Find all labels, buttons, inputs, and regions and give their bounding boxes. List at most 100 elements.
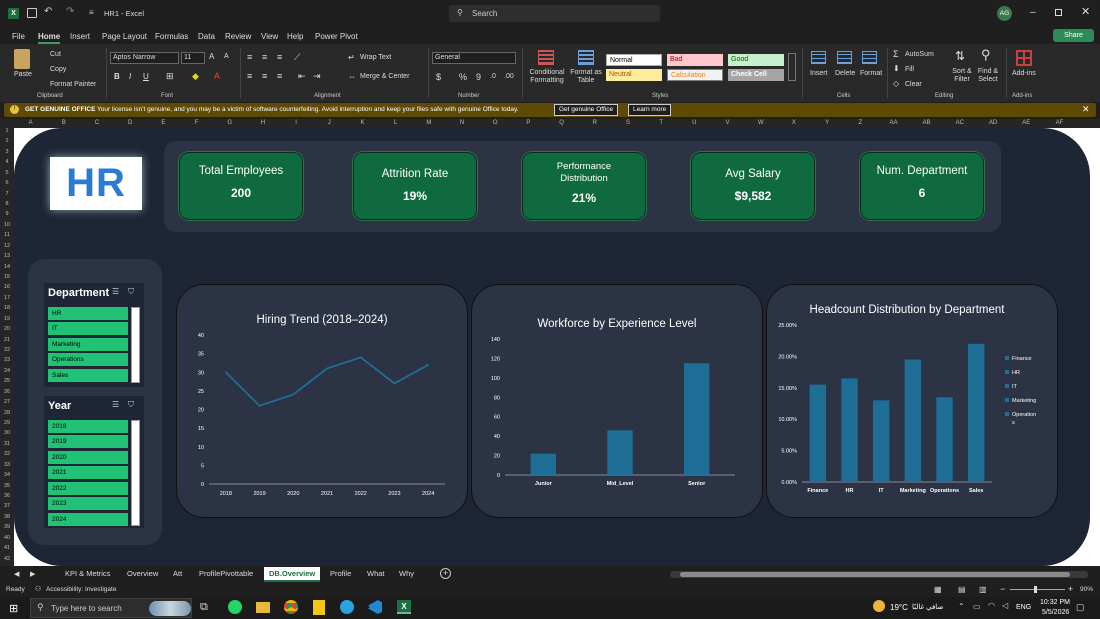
notice-close-icon[interactable]: ✕	[1082, 104, 1090, 115]
cut-button[interactable]: Cut	[50, 51, 61, 58]
column-header[interactable]: F	[180, 120, 213, 126]
grow-font-icon[interactable]: A	[209, 52, 214, 61]
row-header[interactable]: 26	[0, 389, 14, 395]
add-sheet-icon[interactable]: +	[440, 568, 451, 579]
power-bi-icon[interactable]	[313, 600, 325, 615]
column-header[interactable]: X	[777, 120, 810, 126]
row-header[interactable]: 12	[0, 243, 14, 249]
menu-home[interactable]: Home	[38, 32, 61, 44]
row-header[interactable]: 16	[0, 284, 14, 290]
row-header[interactable]: 33	[0, 462, 14, 468]
sheet-tab-active[interactable]: DB.Overview	[264, 567, 321, 582]
row-header[interactable]: 37	[0, 503, 14, 509]
bold-icon[interactable]: B	[114, 72, 120, 81]
row-header[interactable]: 5	[0, 170, 14, 176]
increase-decimal-icon[interactable]: .0	[490, 73, 496, 80]
slicer-scrollbar[interactable]	[131, 420, 140, 526]
fill-button[interactable]: Fill	[905, 66, 914, 73]
zoom-out-icon[interactable]: −	[1000, 584, 1005, 594]
column-header[interactable]: E	[147, 120, 180, 126]
file-explorer-icon[interactable]	[256, 602, 270, 613]
search-box[interactable]: ⚲ Search	[449, 5, 660, 22]
slicer-item[interactable]: 2020	[48, 451, 128, 464]
column-header[interactable]: Y	[811, 120, 844, 126]
zoom-level[interactable]: 90%	[1080, 586, 1093, 593]
workforce-experience-chart[interactable]: Workforce by Experience Level 0 20 40 60 80 10…	[472, 285, 762, 517]
number-format-select[interactable]: General	[432, 52, 516, 64]
font-color-icon[interactable]: A	[214, 71, 220, 81]
format-cells-button[interactable]: Format	[860, 70, 882, 77]
sheet-tab[interactable]: Att	[173, 569, 182, 578]
multi-select-icon[interactable]: ☰	[112, 400, 119, 409]
menu-file[interactable]: File	[12, 32, 25, 41]
find-select-button[interactable]: Find & Select	[974, 68, 1002, 84]
row-header[interactable]: 28	[0, 410, 14, 416]
row-header[interactable]: 35	[0, 483, 14, 489]
row-header[interactable]: 25	[0, 378, 14, 384]
row-header[interactable]: 3	[0, 149, 14, 155]
row-header[interactable]: 20	[0, 326, 14, 332]
row-header[interactable]: 2	[0, 138, 14, 144]
style-check-cell[interactable]: Check Cell	[728, 69, 784, 81]
row-header[interactable]: 36	[0, 493, 14, 499]
row-header[interactable]: 9	[0, 211, 14, 217]
font-size-select[interactable]: 11	[181, 52, 205, 64]
paste-button[interactable]: Paste	[14, 71, 32, 78]
sheet-tab[interactable]: KPI & Metrics	[65, 569, 110, 578]
align-top-icon[interactable]: ≡	[247, 52, 252, 62]
user-avatar[interactable]: AG	[997, 6, 1012, 21]
menu-review[interactable]: Review	[225, 32, 251, 41]
format-painter-button[interactable]: Format Painter	[50, 81, 96, 88]
indent-increase-icon[interactable]: ⇥	[313, 71, 321, 82]
row-header[interactable]: 19	[0, 316, 14, 322]
column-header[interactable]: Z	[844, 120, 877, 126]
column-header[interactable]: N	[445, 120, 478, 126]
delete-cells-button[interactable]: Delete	[835, 70, 855, 77]
slicer-item[interactable]: Marketing	[48, 338, 128, 351]
column-header[interactable]: B	[47, 120, 80, 126]
slicer-item[interactable]: 2024	[48, 513, 128, 526]
menu-power-pivot[interactable]: Power Pivot	[315, 32, 358, 41]
style-bad[interactable]: Bad	[667, 54, 723, 66]
chrome-icon[interactable]	[284, 600, 298, 614]
copy-button[interactable]: Copy	[50, 66, 66, 73]
style-normal[interactable]: Normal	[606, 54, 662, 66]
row-header[interactable]: 1	[0, 128, 14, 134]
slicer-item[interactable]: Sales	[48, 369, 128, 382]
align-right-icon[interactable]: ≡	[277, 71, 282, 81]
column-header[interactable]: C	[80, 120, 113, 126]
addins-button[interactable]: Add-ins	[1012, 70, 1036, 77]
multi-select-icon[interactable]: ☰	[112, 287, 119, 296]
vscode-icon[interactable]	[368, 600, 382, 614]
row-header[interactable]: 17	[0, 295, 14, 301]
column-header[interactable]: AB	[910, 120, 943, 126]
font-name-select[interactable]: Aptos Narrow	[110, 52, 179, 64]
row-header[interactable]: 38	[0, 514, 14, 520]
slicer-item[interactable]: Operations	[48, 353, 128, 366]
maximize-icon[interactable]	[1055, 9, 1062, 16]
hiring-trend-chart[interactable]: Hiring Trend (2018–2024) 0 5 10 15 20 25 30 35 40…	[177, 285, 467, 517]
percent-icon[interactable]: %	[459, 72, 467, 82]
zoom-slider[interactable]	[1010, 586, 1065, 593]
column-header[interactable]: W	[744, 120, 777, 126]
fill-color-icon[interactable]: ◆	[192, 71, 199, 82]
taskbar-search[interactable]: ⚲ Type here to search	[30, 598, 192, 618]
shrink-font-icon[interactable]: A	[224, 53, 229, 60]
telegram-icon[interactable]	[340, 600, 354, 614]
horizontal-scrollbar[interactable]	[670, 571, 1088, 578]
row-header[interactable]: 42	[0, 556, 14, 562]
column-header[interactable]: D	[114, 120, 147, 126]
style-calculation[interactable]: Calculation	[667, 69, 723, 81]
task-view-icon[interactable]: ⧉	[200, 601, 208, 614]
column-header[interactable]: AF	[1043, 120, 1076, 126]
tray-chevron-icon[interactable]: ⌃	[958, 602, 965, 611]
network-icon[interactable]: ▭	[973, 602, 981, 611]
autosum-button[interactable]: AutoSum	[905, 51, 934, 58]
sheet-tab[interactable]: Why	[399, 569, 414, 578]
slicer-item[interactable]: 2021	[48, 466, 128, 479]
scroll-tabs-right-icon[interactable]: ▶	[30, 570, 35, 578]
column-header[interactable]: O	[479, 120, 512, 126]
column-header[interactable]: G	[213, 120, 246, 126]
minimize-icon[interactable]: –	[1030, 7, 1036, 18]
row-header[interactable]: 34	[0, 472, 14, 478]
